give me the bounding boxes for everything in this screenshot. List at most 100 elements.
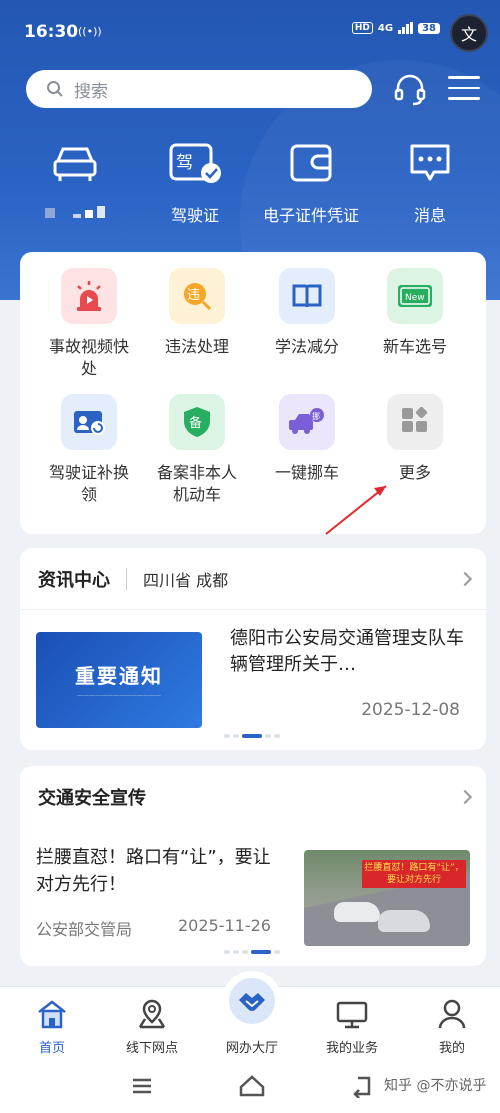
promo-image-banner: 拦腰直怼！路口有“让”，要让对方先行 <box>362 860 466 888</box>
quick-action-messages[interactable]: 消息 <box>375 138 485 226</box>
translate-button[interactable]: 文 <box>450 14 488 52</box>
signal-icon <box>398 22 414 34</box>
tab-offline-outlets[interactable]: 线下网点 <box>102 987 202 1056</box>
promo-image: 拦腰直怼！路口有“让”，要让对方先行 <box>304 850 470 946</box>
svg-text:驾: 驾 <box>176 153 193 173</box>
services-card: 事故视频快处 违 违法处理 学法减分 New 新车选号 驾驶证补换领 备 备案非… <box>20 252 486 534</box>
wallet-icon <box>290 144 332 182</box>
tab-my-business[interactable]: 我的业务 <box>302 987 402 1056</box>
monitor-icon <box>336 1001 368 1029</box>
service-icon-box: New <box>387 268 443 324</box>
search-placeholder: 搜索 <box>74 81 108 102</box>
service-label: 事故视频快处 <box>49 337 130 378</box>
service-more[interactable]: 更多 <box>360 394 470 484</box>
license-renew-icon <box>74 411 105 435</box>
promo-date: 2025-11-26 <box>178 916 271 935</box>
quick-action-license[interactable]: 驾 驾驶证 <box>140 138 250 226</box>
menu-icon[interactable] <box>448 76 480 108</box>
tab-label: 我的业务 <box>325 1041 378 1056</box>
carousel-indicator <box>224 734 280 738</box>
divider <box>126 567 127 590</box>
service-new-plate[interactable]: New 新车选号 <box>360 268 470 358</box>
news-card-title: 资讯中心 <box>38 569 110 591</box>
alarm-video-icon <box>77 281 101 311</box>
service-record-vehicle[interactable]: 备 备案非本人机动车 <box>142 394 252 506</box>
service-icon-box <box>387 394 443 450</box>
tab-home[interactable]: 首页 <box>2 987 102 1056</box>
handshake-icon <box>239 993 265 1011</box>
promo-item-title[interactable]: 拦腰直怼！路口有“让”，要让对方先行！ <box>36 844 276 898</box>
quick-action-label: 驾驶证 <box>170 206 219 225</box>
promo-card-header: 交通安全宣传 <box>20 766 486 828</box>
annotation-arrow-icon <box>325 485 387 535</box>
tab-label: 首页 <box>38 1041 65 1056</box>
message-icon <box>410 144 450 181</box>
news-card[interactable]: 资讯中心 四川省 成都 重要通知 —————————————— 德阳市公安局交通… <box>20 548 486 750</box>
quick-action-e-cert[interactable]: 电子证件凭证 <box>256 138 366 226</box>
region-label[interactable]: 四川省 成都 <box>143 567 228 591</box>
tab-label: 我的 <box>438 1041 465 1056</box>
service-violation[interactable]: 违 违法处理 <box>142 268 252 358</box>
car-shape <box>334 902 380 922</box>
car-shape <box>378 910 430 932</box>
thumbnail-decoration: —————————————— <box>77 692 161 699</box>
search-bar[interactable]: 搜索 <box>26 70 372 108</box>
promo-card-title: 交通安全宣传 <box>38 788 146 809</box>
customer-service-icon[interactable] <box>392 72 428 108</box>
news-date: 2025-12-08 <box>361 700 460 720</box>
quick-action-car[interactable] <box>20 138 130 218</box>
more-grid-icon <box>402 407 428 432</box>
service-icon-box: 挪 <box>279 394 335 450</box>
svg-text:New: New <box>405 293 425 303</box>
chevron-right-icon[interactable] <box>457 789 473 805</box>
tab-label: 网办大厅 <box>225 1041 278 1056</box>
home-icon <box>38 1000 66 1029</box>
service-label: 备案非本人机动车 <box>157 463 238 504</box>
home-outline-icon[interactable] <box>238 1074 266 1098</box>
tab-label: 线下网点 <box>125 1041 178 1056</box>
user-icon <box>438 999 466 1029</box>
service-label: 违法处理 <box>164 337 229 356</box>
service-move-car[interactable]: 挪 一键挪车 <box>252 394 362 484</box>
service-accident-video[interactable]: 事故视频快处 <box>34 268 144 380</box>
service-label: 学法减分 <box>274 337 339 356</box>
news-item-title[interactable]: 德阳市公安局交通管理支队车辆管理所关于… <box>230 626 470 678</box>
svg-text:挪: 挪 <box>312 411 320 421</box>
status-time: 16:30 <box>24 22 79 42</box>
service-label: 新车选号 <box>382 337 447 356</box>
record-shield-icon: 备 <box>184 407 210 437</box>
service-icon-box <box>61 268 117 324</box>
masked-plate <box>20 206 130 218</box>
chevron-right-icon[interactable] <box>457 571 473 586</box>
service-license-renew[interactable]: 驾驶证补换领 <box>34 394 144 506</box>
move-car-icon: 挪 <box>289 408 324 434</box>
carousel-indicator <box>224 950 280 954</box>
service-study-law[interactable]: 学法减分 <box>252 268 362 358</box>
back-icon[interactable] <box>350 1074 374 1098</box>
book-icon <box>292 284 322 308</box>
menu-lines-icon[interactable] <box>130 1074 154 1098</box>
svg-text:违: 违 <box>187 288 200 303</box>
quick-action-label: 消息 <box>413 206 446 225</box>
violation-icon: 违 <box>184 283 212 311</box>
safety-promo-card[interactable]: 交通安全宣传 拦腰直怼！路口有“让”，要让对方先行！ 公安部交管局 2025-1… <box>20 766 486 966</box>
new-plate-icon: New <box>398 285 432 307</box>
promo-source: 公安部交管局 <box>36 920 133 939</box>
status-indicators: HD 4G 38 <box>351 22 440 34</box>
quick-actions: 驾 驾驶证 电子证件凭证 消息 <box>20 138 480 228</box>
license-icon: 驾 <box>169 143 221 183</box>
service-icon-box: 违 <box>169 268 225 324</box>
search-icon <box>47 81 63 97</box>
service-icon-box <box>61 394 117 450</box>
thumbnail-title: 重要通知 <box>75 664 163 688</box>
status-bar: 16:30 ((•)) HD 4G 38 文 <box>0 0 500 62</box>
map-pin-icon <box>138 999 166 1029</box>
service-icon-box <box>279 268 335 324</box>
service-icon-box: 备 <box>169 394 225 450</box>
news-card-header: 资讯中心 四川省 成都 <box>20 548 486 610</box>
tab-online-hall[interactable]: 网办大厅 <box>202 971 302 1056</box>
hd-icon: HD <box>351 22 373 34</box>
svg-text:备: 备 <box>189 415 202 431</box>
tab-profile[interactable]: 我的 <box>402 987 500 1056</box>
quick-action-label: 电子证件凭证 <box>262 206 359 225</box>
